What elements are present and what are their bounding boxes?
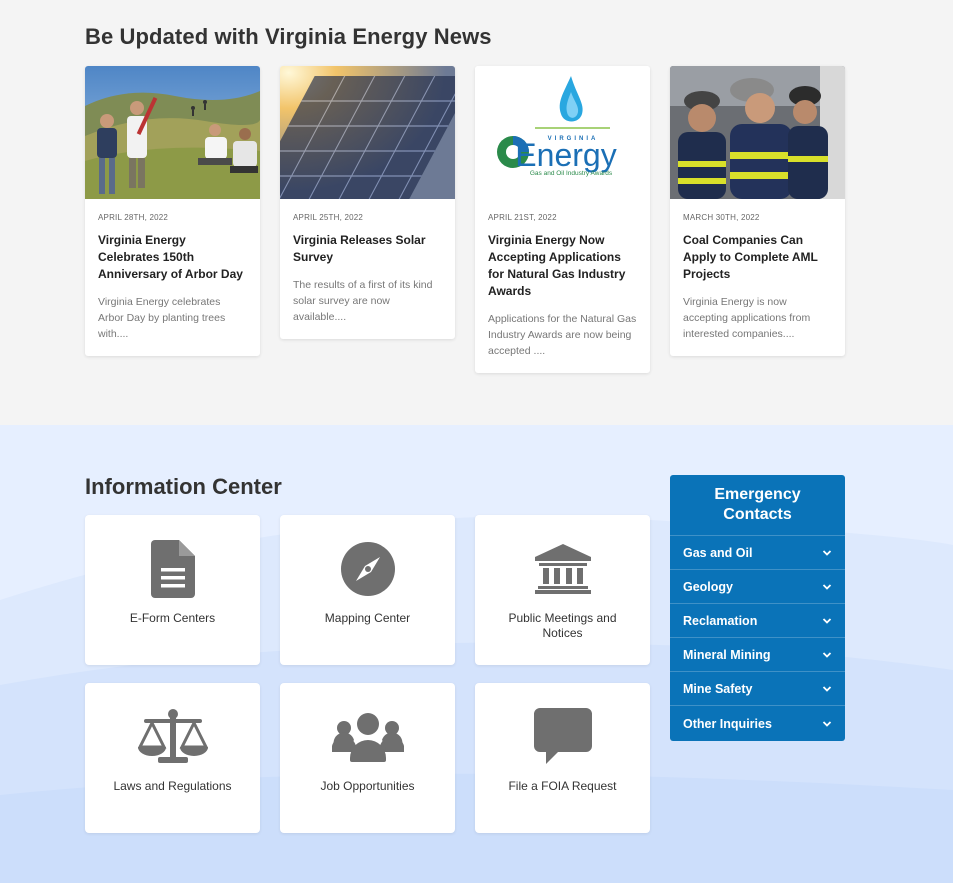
- article-date: APRIL 25TH, 2022: [293, 213, 364, 222]
- emergency-contacts-heading: Emergency Contacts: [714, 486, 801, 523]
- article-excerpt: Virginia Energy celebrates Arbor Day by …: [98, 296, 226, 340]
- chevron-down-icon: [822, 720, 832, 727]
- article-excerpt: The results of a first of its kind solar…: [293, 279, 433, 323]
- compass-icon: [340, 539, 396, 599]
- emergency-item-mine-safety[interactable]: Mine Safety: [670, 671, 845, 705]
- tile-public-meetings[interactable]: Public Meetings and Notices: [475, 515, 650, 665]
- speech-bubble-icon: [533, 707, 592, 767]
- emergency-item-label: Gas and Oil: [683, 545, 753, 560]
- article-title[interactable]: Virginia Energy Now Accepting Applicatio…: [488, 232, 637, 300]
- chevron-down-icon: [822, 549, 832, 556]
- tile-label: Mapping Center: [324, 611, 411, 625]
- emergency-item-reclamation[interactable]: Reclamation: [670, 603, 845, 637]
- tile-label: Job Opportunities: [320, 779, 415, 793]
- emergency-item-gas-and-oil[interactable]: Gas and Oil: [670, 535, 845, 569]
- emergency-item-label: Other Inquiries: [683, 716, 772, 731]
- emergency-item-other-inquiries[interactable]: Other Inquiries: [670, 705, 845, 741]
- emergency-item-label: Mine Safety: [683, 681, 753, 696]
- tile-foia-request[interactable]: File a FOIA Request: [475, 683, 650, 833]
- article-date: MARCH 30TH, 2022: [683, 213, 760, 222]
- news-heading: Be Updated with Virginia Energy News: [85, 24, 492, 49]
- tile-laws-regulations[interactable]: Laws and Regulations: [85, 683, 260, 833]
- emergency-item-label: Reclamation: [683, 613, 758, 628]
- article-title[interactable]: Virginia Energy Celebrates 150th Anniver…: [98, 232, 247, 283]
- news-card-aml-projects[interactable]: MARCH 30TH, 2022 Coal Companies Can Appl…: [670, 66, 845, 356]
- logo-word-text: Energy: [515, 137, 616, 173]
- emergency-contacts-panel: Emergency Contacts Gas and Oil Geology R…: [670, 475, 845, 741]
- tile-e-form-centers[interactable]: E-Form Centers: [85, 515, 260, 665]
- solar-panels-photo[interactable]: [280, 66, 455, 199]
- news-card-arbor-day[interactable]: APRIL 28TH, 2022 Virginia Energy Celebra…: [85, 66, 260, 356]
- news-section: Be Updated with Virginia Energy News APR…: [0, 0, 953, 425]
- news-card-solar-survey[interactable]: APRIL 25TH, 2022 Virginia Releases Solar…: [280, 66, 455, 339]
- news-card-gas-awards[interactable]: VIRGINIA Energy Gas and Oil Industry Awa…: [475, 66, 650, 373]
- article-date: APRIL 28TH, 2022: [98, 213, 169, 222]
- emergency-item-geology[interactable]: Geology: [670, 569, 845, 603]
- tile-label: Public Meetings and Notices: [508, 611, 617, 640]
- emergency-item-label: Mineral Mining: [683, 647, 771, 662]
- tile-label: File a FOIA Request: [508, 779, 617, 793]
- emergency-item-mineral-mining[interactable]: Mineral Mining: [670, 637, 845, 671]
- article-excerpt: Applications for the Natural Gas Industr…: [488, 313, 637, 357]
- chevron-down-icon: [822, 651, 832, 658]
- chevron-down-icon: [822, 583, 832, 590]
- info-center-heading: Information Center: [85, 474, 282, 499]
- logo-sub-text: Gas and Oil Industry Awards: [530, 170, 613, 177]
- scales-icon: [137, 707, 208, 767]
- article-title[interactable]: Virginia Releases Solar Survey: [293, 232, 442, 266]
- people-group-icon: [331, 707, 404, 767]
- article-title[interactable]: Coal Companies Can Apply to Complete AML…: [683, 232, 832, 283]
- virginia-energy-awards-logo[interactable]: VIRGINIA Energy Gas and Oil Industry Awa…: [475, 66, 650, 199]
- document-icon: [150, 539, 195, 599]
- coal-miners-photo[interactable]: [670, 66, 845, 199]
- article-excerpt: Virginia Energy is now accepting applica…: [683, 296, 811, 340]
- students-planting-trees-photo[interactable]: [85, 66, 260, 199]
- tile-mapping-center[interactable]: Mapping Center: [280, 515, 455, 665]
- chevron-down-icon: [822, 617, 832, 624]
- article-date: APRIL 21ST, 2022: [488, 213, 557, 222]
- information-center-section: Information Center E-Form Centers Mappin…: [0, 425, 953, 883]
- tile-label: E-Form Centers: [129, 611, 216, 625]
- chevron-down-icon: [822, 685, 832, 692]
- building-columns-icon: [534, 539, 591, 599]
- tile-label: Laws and Regulations: [113, 779, 232, 793]
- emergency-item-label: Geology: [683, 579, 734, 594]
- tile-job-opportunities[interactable]: Job Opportunities: [280, 683, 455, 833]
